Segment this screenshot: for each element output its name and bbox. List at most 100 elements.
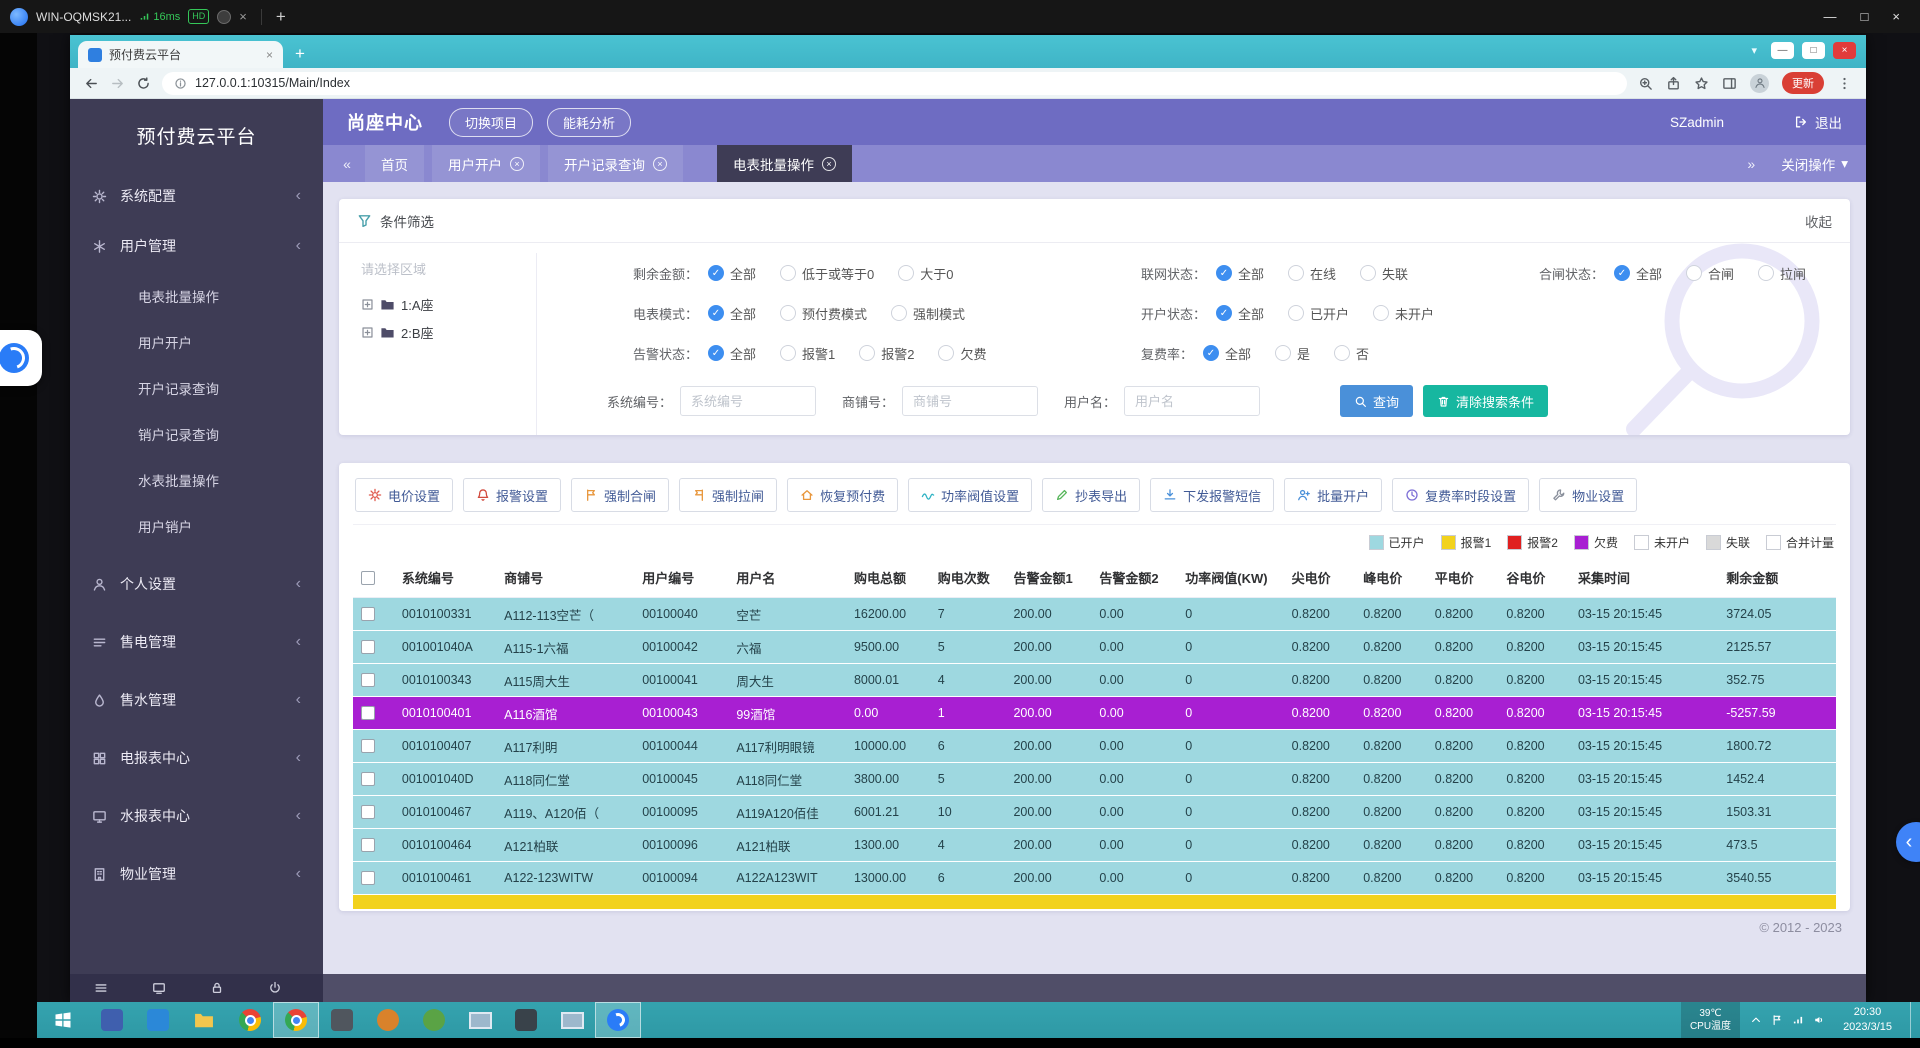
sidebar-item-1[interactable]: 用户管理‹ — [70, 221, 323, 271]
toolbar-button-0[interactable]: 电价设置 — [355, 478, 453, 512]
tab-2[interactable]: 开户记录查询× — [548, 145, 683, 182]
taskbar-app-file-explorer[interactable] — [181, 1002, 227, 1038]
sidebar-item-7[interactable]: 物业管理‹ — [70, 845, 323, 903]
filter-option[interactable]: 报警2 — [859, 344, 914, 363]
radio-icon[interactable] — [1758, 265, 1774, 281]
site-info-icon[interactable] — [174, 77, 187, 90]
sidebar-item-4[interactable]: 售水管理‹ — [70, 671, 323, 729]
table-row-7[interactable]: 0010100464A121柏联00100096A121柏联1300.00420… — [353, 829, 1836, 862]
radio-icon[interactable] — [898, 265, 914, 281]
sidebar-subitem-5[interactable]: 用户销户 — [70, 503, 323, 549]
toolbar-button-4[interactable]: 恢复预付费 — [787, 478, 898, 512]
radio-icon[interactable] — [780, 305, 796, 321]
start-button[interactable] — [37, 1002, 89, 1038]
sidebar-item-3[interactable]: 售电管理‹ — [70, 613, 323, 671]
screen-icon[interactable] — [152, 981, 166, 995]
tab-3[interactable]: 电表批量操作× — [717, 145, 852, 182]
tab-close-icon[interactable]: × — [822, 157, 836, 171]
sidebar-subitem-0[interactable]: 电表批量操作 — [70, 273, 323, 319]
browser-new-tab-button[interactable]: + — [295, 44, 305, 64]
radio-icon[interactable] — [780, 345, 796, 361]
radio-icon[interactable] — [891, 305, 907, 321]
filter-option[interactable]: 大于0 — [898, 264, 953, 283]
radio-icon[interactable] — [859, 345, 875, 361]
row-checkbox[interactable] — [361, 706, 375, 720]
hd-badge[interactable]: HD — [188, 9, 209, 24]
tab-close-icon[interactable]: × — [653, 157, 667, 171]
table-row-6[interactable]: 0010100467A119、A120佰（00100095A119A120佰佳6… — [353, 796, 1836, 829]
table-row-4[interactable]: 0010100407A117利明00100044A117利明眼镜10000.00… — [353, 730, 1836, 763]
clear-search-button[interactable]: 清除搜索条件 — [1423, 385, 1548, 417]
sidebar-item-5[interactable]: 电报表中心‹ — [70, 729, 323, 787]
taskbar-app-chrome-active[interactable] — [273, 1002, 319, 1038]
filter-option[interactable]: 合闸 — [1686, 264, 1734, 283]
radio-icon[interactable] — [938, 345, 954, 361]
zoom-icon[interactable] — [1638, 76, 1653, 91]
filter-option[interactable]: ✓全部 — [1203, 344, 1251, 363]
tab-close-icon[interactable]: × — [510, 157, 524, 171]
sidebar-subitem-1[interactable]: 用户开户 — [70, 319, 323, 365]
filter-option[interactable]: 在线 — [1288, 264, 1336, 283]
toolbar-button-2[interactable]: 强制合闸 — [571, 478, 669, 512]
remote-tab-title[interactable]: WIN-OQMSK21... — [36, 10, 131, 24]
browser-minimize-button[interactable]: — — [1771, 42, 1794, 59]
toolbar-button-1[interactable]: 报警设置 — [463, 478, 561, 512]
clock[interactable]: 20:30 2023/3/15 — [1835, 1005, 1900, 1035]
session-badge-icon[interactable] — [217, 10, 231, 24]
filter-option[interactable]: 未开户 — [1373, 304, 1434, 323]
radio-icon[interactable] — [1334, 345, 1350, 361]
radio-icon[interactable] — [1288, 305, 1304, 321]
row-checkbox[interactable] — [361, 838, 375, 852]
table-row-0[interactable]: 0010100331A112-113空芒（00100040空芒16200.007… — [353, 598, 1836, 631]
forward-icon[interactable] — [110, 76, 125, 91]
filter-option[interactable]: ✓全部 — [708, 344, 756, 363]
sidebar-item-0[interactable]: 系统配置‹ — [70, 171, 323, 221]
radio-checked-icon[interactable]: ✓ — [1216, 265, 1232, 281]
filter-option[interactable]: ✓全部 — [708, 264, 756, 283]
browser-tab-close-icon[interactable]: × — [266, 48, 273, 62]
filter-option[interactable]: 已开户 — [1288, 304, 1349, 323]
toolbar-button-5[interactable]: 功率阀值设置 — [908, 478, 1032, 512]
sidebar-subitem-2[interactable]: 开户记录查询 — [70, 365, 323, 411]
tab-0[interactable]: 首页 — [365, 145, 424, 182]
taskbar-app-app-blue[interactable] — [89, 1002, 135, 1038]
remote-tab-close-icon[interactable]: × — [239, 9, 247, 24]
side-panel-icon[interactable] — [1722, 76, 1737, 91]
radio-icon[interactable] — [780, 265, 796, 281]
refresh-icon[interactable] — [136, 76, 151, 91]
logout-button[interactable]: 退出 — [1794, 112, 1842, 132]
update-badge[interactable]: 更新 — [1782, 72, 1824, 94]
toolbar-button-3[interactable]: 强制拉闸 — [679, 478, 777, 512]
tree-node-1[interactable]: 2:B座 — [361, 318, 536, 346]
filter-option[interactable]: 预付费模式 — [780, 304, 867, 323]
toolbar-button-9[interactable]: 复费率时段设置 — [1392, 478, 1529, 512]
filter-input-2[interactable] — [1124, 386, 1260, 416]
filter-option[interactable]: ✓全部 — [1216, 304, 1264, 323]
filter-option[interactable]: 欠费 — [938, 344, 986, 363]
taskbar-app-app-dark[interactable] — [319, 1002, 365, 1038]
radio-icon[interactable] — [1686, 265, 1702, 281]
row-checkbox[interactable] — [361, 772, 375, 786]
filter-option[interactable]: ✓全部 — [1216, 264, 1264, 283]
radio-checked-icon[interactable]: ✓ — [708, 305, 724, 321]
back-icon[interactable] — [84, 76, 99, 91]
browser-close-button[interactable]: × — [1833, 42, 1856, 59]
radio-checked-icon[interactable]: ✓ — [708, 265, 724, 281]
minimize-icon[interactable]: — — [1824, 9, 1837, 24]
row-checkbox[interactable] — [361, 805, 375, 819]
select-all-checkbox[interactable] — [361, 571, 375, 585]
taskbar-app-app-lightblue[interactable] — [135, 1002, 181, 1038]
radio-icon[interactable] — [1275, 345, 1291, 361]
filter-option[interactable]: ✓全部 — [1614, 264, 1662, 283]
tree-node-0[interactable]: 1:A座 — [361, 290, 536, 318]
lock-icon[interactable] — [210, 981, 224, 995]
filter-option[interactable]: 失联 — [1360, 264, 1408, 283]
switch-project-button[interactable]: 切换项目 — [449, 108, 533, 137]
filter-input-1[interactable] — [902, 386, 1038, 416]
radio-checked-icon[interactable]: ✓ — [1614, 265, 1630, 281]
close-icon[interactable]: × — [1892, 9, 1900, 24]
taskbar-app-vm-window[interactable] — [457, 1002, 503, 1038]
remote-new-tab-button[interactable]: + — [276, 7, 286, 27]
table-row-2[interactable]: 0010100343A115周大生00100041周大生8000.014200.… — [353, 664, 1836, 697]
radio-checked-icon[interactable]: ✓ — [1203, 345, 1219, 361]
